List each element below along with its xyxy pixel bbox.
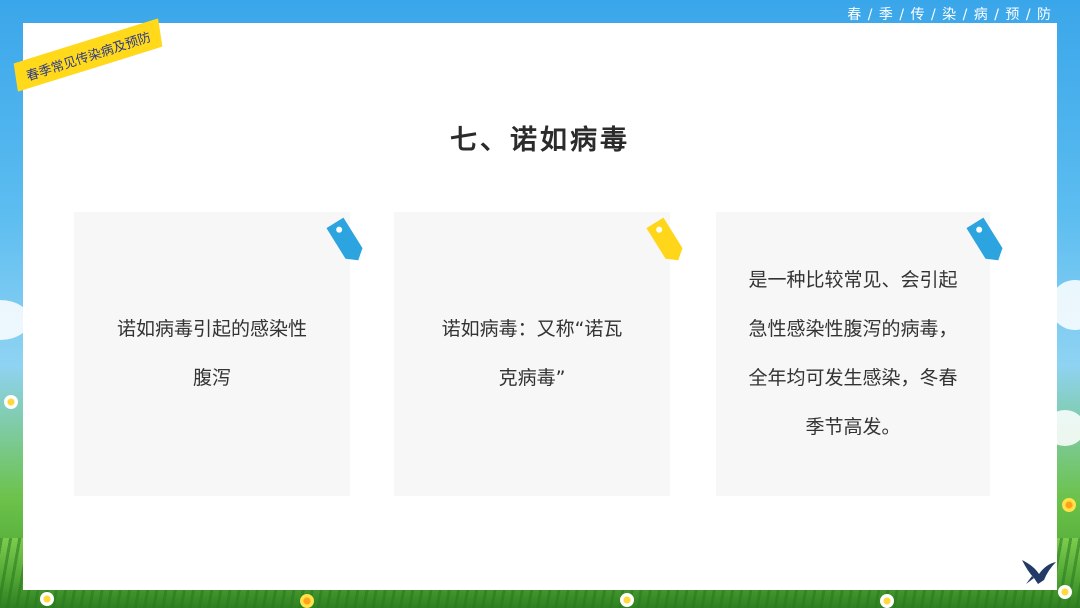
flower-decoration — [1062, 498, 1076, 512]
card-text: 诺如病毒引起的感染性腹泻 — [117, 318, 308, 389]
flower-decoration — [4, 395, 18, 409]
swallow-icon — [1022, 560, 1056, 584]
tag-icon — [966, 217, 1003, 261]
info-card: 诺如病毒：又称“诺瓦克病毒” — [394, 212, 670, 496]
page-title: 七、诺如病毒 — [450, 125, 630, 156]
tag-shape — [326, 217, 363, 261]
flower-decoration — [40, 592, 54, 606]
card-text: 诺如病毒：又称“诺瓦克病毒” — [441, 318, 623, 389]
flower-decoration — [880, 594, 894, 608]
flower-decoration — [300, 594, 314, 608]
info-card: 是一种比较常见、会引起急性感染性腹泻的病毒，全年均可发生感染，冬春季节高发。 — [716, 212, 990, 496]
card-text: 是一种比较常见、会引起急性感染性腹泻的病毒，全年均可发生感染，冬春季节高发。 — [748, 269, 958, 438]
tag-shape — [646, 217, 683, 261]
flower-decoration — [1058, 585, 1072, 599]
series-title: 春 / 季 / 传 / 染 / 病 / 预 / 防 — [847, 7, 1052, 23]
info-card: 诺如病毒引起的感染性腹泻 — [74, 212, 350, 496]
tag-icon — [326, 217, 363, 261]
tag-icon — [646, 217, 683, 261]
tag-shape — [966, 217, 1003, 261]
flower-decoration — [620, 593, 634, 607]
